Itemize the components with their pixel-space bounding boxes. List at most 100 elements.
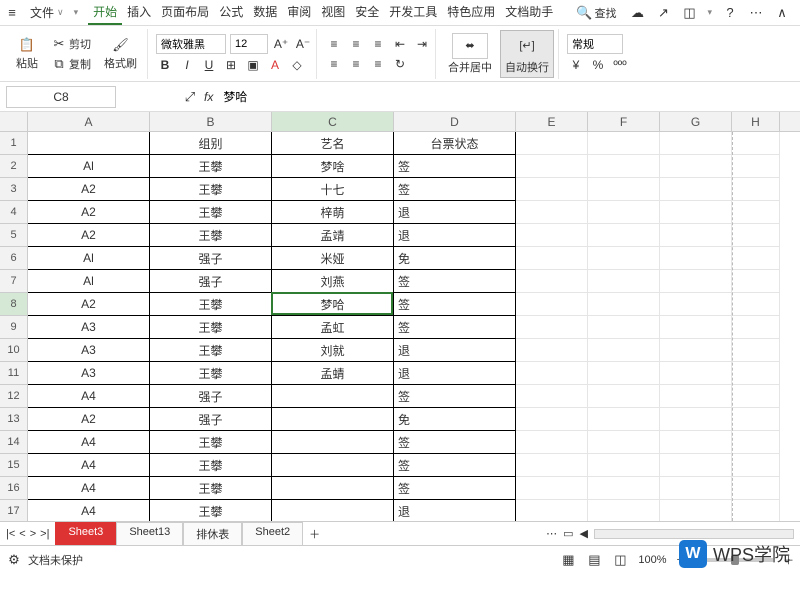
fx-label[interactable]: fx <box>204 90 213 104</box>
row-header-12[interactable]: 12 <box>0 385 28 408</box>
cell-A4[interactable]: A2 <box>28 201 150 224</box>
more-tabs-icon[interactable]: ⋯ <box>546 527 557 540</box>
menu-icon[interactable]: ≡ <box>4 5 20 21</box>
cell-E16[interactable] <box>516 477 588 500</box>
cell-D17[interactable]: 退 <box>394 500 516 522</box>
cell-H16[interactable] <box>732 477 780 500</box>
ribbon-tab-10[interactable]: 文档助手 <box>500 0 558 25</box>
next-sheet-button[interactable]: > <box>30 528 36 540</box>
cell-D7[interactable]: 签 <box>394 270 516 293</box>
cell-E3[interactable] <box>516 178 588 201</box>
col-header-F[interactable]: F <box>588 112 660 131</box>
cell-G12[interactable] <box>660 385 732 408</box>
cell-H11[interactable] <box>732 362 780 385</box>
cell-C11[interactable]: 孟蜻 <box>272 362 394 385</box>
row-header-9[interactable]: 9 <box>0 316 28 339</box>
cell-C8[interactable]: 梦哈 <box>272 293 394 316</box>
ribbon-tab-8[interactable]: 开发工具 <box>384 0 442 25</box>
cell-F10[interactable] <box>588 339 660 362</box>
cell-A1[interactable] <box>28 132 150 155</box>
cell-H4[interactable] <box>732 201 780 224</box>
format-painter-button[interactable]: 🖌 格式刷 <box>98 35 143 73</box>
cell-E10[interactable] <box>516 339 588 362</box>
row-header-16[interactable]: 16 <box>0 477 28 500</box>
cell-B6[interactable]: 强子 <box>150 247 272 270</box>
cell-C1[interactable]: 艺名 <box>272 132 394 155</box>
col-header-A[interactable]: A <box>28 112 150 131</box>
cell-D15[interactable]: 签 <box>394 454 516 477</box>
cell-H6[interactable] <box>732 247 780 270</box>
view-page-icon[interactable]: ▤ <box>586 552 602 568</box>
cell-C13[interactable] <box>272 408 394 431</box>
cell-C6[interactable]: 米娅 <box>272 247 394 270</box>
cell-E9[interactable] <box>516 316 588 339</box>
add-sheet-button[interactable]: ＋ <box>303 523 326 545</box>
cell-H2[interactable] <box>732 155 780 178</box>
underline-button[interactable]: U <box>200 56 218 74</box>
cell-G5[interactable] <box>660 224 732 247</box>
first-sheet-button[interactable]: |< <box>6 528 15 540</box>
formula-input[interactable] <box>219 86 419 108</box>
ribbon-tab-6[interactable]: 视图 <box>316 0 350 25</box>
file-menu[interactable]: 文件 ∨ <box>24 2 70 23</box>
italic-button[interactable]: I <box>178 56 196 74</box>
row-header-4[interactable]: 4 <box>0 201 28 224</box>
align-middle-button[interactable]: ≡ <box>347 35 365 53</box>
row-header-13[interactable]: 13 <box>0 408 28 431</box>
sheet-tab-1[interactable]: Sheet13 <box>116 522 183 545</box>
cell-F14[interactable] <box>588 431 660 454</box>
cell-D12[interactable]: 签 <box>394 385 516 408</box>
col-header-G[interactable]: G <box>660 112 732 131</box>
comma-button[interactable]: ººº <box>611 56 629 74</box>
horizontal-scrollbar[interactable] <box>594 529 794 539</box>
cell-F5[interactable] <box>588 224 660 247</box>
cell-G14[interactable] <box>660 431 732 454</box>
cell-H7[interactable] <box>732 270 780 293</box>
sheet-tab-3[interactable]: Sheet2 <box>242 522 303 545</box>
cell-A17[interactable]: A4 <box>28 500 150 522</box>
merge-center-button[interactable]: ⬌ 合并居中 <box>444 31 496 77</box>
cell-C17[interactable] <box>272 500 394 522</box>
cell-E4[interactable] <box>516 201 588 224</box>
cell-B3[interactable]: 王攀 <box>150 178 272 201</box>
cell-C15[interactable] <box>272 454 394 477</box>
help-icon[interactable]: ? <box>722 5 738 21</box>
cell-F9[interactable] <box>588 316 660 339</box>
cell-A2[interactable]: Al <box>28 155 150 178</box>
cell-B17[interactable]: 王攀 <box>150 500 272 522</box>
search-button[interactable]: 🔍查找 <box>573 4 619 22</box>
copy-button[interactable]: ⧉复制 <box>48 55 94 73</box>
cell-A14[interactable]: A4 <box>28 431 150 454</box>
percent-button[interactable]: % <box>589 56 607 74</box>
increase-font-button[interactable]: A⁺ <box>272 35 290 53</box>
name-box[interactable]: C8 <box>6 86 116 108</box>
cell-B10[interactable]: 王攀 <box>150 339 272 362</box>
cell-F15[interactable] <box>588 454 660 477</box>
cell-E5[interactable] <box>516 224 588 247</box>
indent-increase-button[interactable]: ⇥ <box>413 35 431 53</box>
cell-A3[interactable]: A2 <box>28 178 150 201</box>
row-header-10[interactable]: 10 <box>0 339 28 362</box>
cell-F8[interactable] <box>588 293 660 316</box>
sheet-tab-0[interactable]: Sheet3 <box>55 522 116 545</box>
view-normal-icon[interactable]: ▦ <box>560 552 576 568</box>
cell-G9[interactable] <box>660 316 732 339</box>
cell-E11[interactable] <box>516 362 588 385</box>
cell-D11[interactable]: 退 <box>394 362 516 385</box>
cell-C7[interactable]: 刘燕 <box>272 270 394 293</box>
ribbon-tab-3[interactable]: 公式 <box>214 0 248 25</box>
cloud-icon[interactable]: ☁ <box>629 5 645 21</box>
indent-decrease-button[interactable]: ⇤ <box>391 35 409 53</box>
cell-E17[interactable] <box>516 500 588 522</box>
cell-E13[interactable] <box>516 408 588 431</box>
cell-B15[interactable]: 王攀 <box>150 454 272 477</box>
ribbon-tab-5[interactable]: 审阅 <box>282 0 316 25</box>
cell-A13[interactable]: A2 <box>28 408 150 431</box>
cell-A15[interactable]: A4 <box>28 454 150 477</box>
cell-G16[interactable] <box>660 477 732 500</box>
cell-A6[interactable]: Al <box>28 247 150 270</box>
row-header-3[interactable]: 3 <box>0 178 28 201</box>
cell-H10[interactable] <box>732 339 780 362</box>
align-center-button[interactable]: ≡ <box>347 55 365 73</box>
cell-D6[interactable]: 免 <box>394 247 516 270</box>
